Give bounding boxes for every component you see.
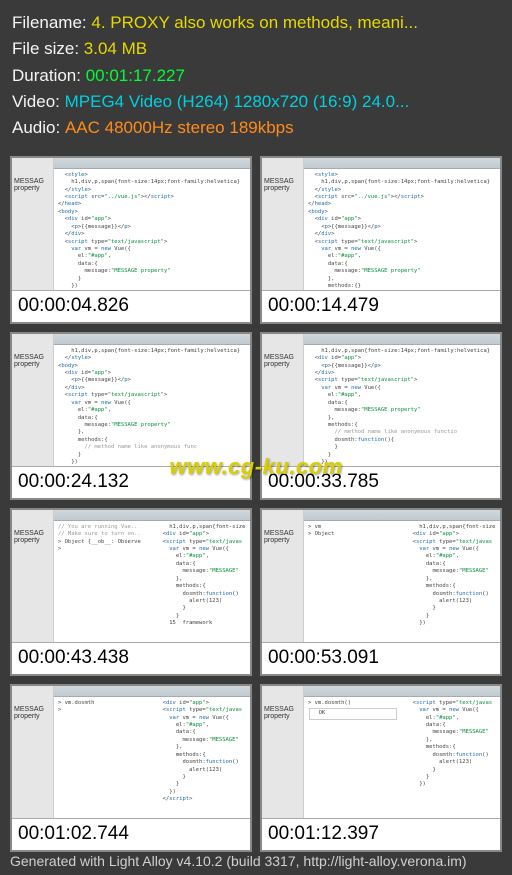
thumbnail[interactable]: MESSAG property h1,div,p,span{font-size:…	[10, 332, 252, 500]
code-editor-left: // You are running Vue.. // Make sure to…	[54, 510, 152, 642]
video-label: Video:	[12, 89, 65, 115]
code-editor: h1,div,p,span{font-size:14px;font-family…	[304, 334, 500, 466]
editor-sidebar: MESSAG property	[262, 686, 304, 818]
code-editor-left: > vm.dosmth >	[54, 686, 152, 818]
footer-text: Generated with Light Alloy v4.10.2 (buil…	[10, 853, 467, 869]
thumbnail-grid: MESSAG property <style> h1,div,p,span{fo…	[0, 156, 512, 852]
timestamp: 00:01:12.397	[262, 818, 500, 850]
thumbnail[interactable]: MESSAG property <style> h1,div,p,span{fo…	[10, 156, 252, 324]
thumbnail[interactable]: MESSAG property <style> h1,div,p,span{fo…	[260, 156, 502, 324]
thumbnail-image: MESSAG property h1,div,p,span{font-size:…	[12, 334, 250, 466]
code-editor-right: <div id="app"> <script type="text/javas …	[152, 686, 250, 818]
thumbnail[interactable]: MESSAG property // You are running Vue..…	[10, 508, 252, 676]
editor-sidebar: MESSAG property	[262, 510, 304, 642]
video-row: Video: MPEG4 Video (H264) 1280x720 (16:9…	[12, 89, 500, 115]
audio-row: Audio: AAC 48000Hz stereo 189kbps	[12, 115, 500, 141]
thumbnail-image: MESSAG property > vm.dosmth() OK <script…	[262, 686, 500, 818]
editor-sidebar: MESSAG property	[262, 158, 304, 290]
duration-label: Duration:	[12, 63, 86, 89]
code-editor-right: h1,div,p,span{font-size <div id="app"> <…	[152, 510, 250, 642]
timestamp: 00:00:53.091	[262, 642, 500, 674]
thumbnail[interactable]: MESSAG property h1,div,p,span{font-size:…	[260, 332, 502, 500]
timestamp: 00:00:04.826	[12, 290, 250, 322]
filename-label: Filename:	[12, 10, 91, 36]
thumbnail-image: MESSAG property <style> h1,div,p,span{fo…	[262, 158, 500, 290]
timestamp: 00:01:02.744	[12, 818, 250, 850]
code-editor-left: > vm > Object	[304, 510, 402, 642]
thumbnail-image: MESSAG property // You are running Vue..…	[12, 510, 250, 642]
timestamp: 00:00:33.785	[262, 466, 500, 498]
code-editor-left: > vm.dosmth() OK	[304, 686, 402, 818]
code-editor-right: <script type="text/javas var vm = new Vu…	[402, 686, 500, 818]
thumbnail-image: MESSAG property h1,div,p,span{font-size:…	[262, 334, 500, 466]
thumbnail-image: MESSAG property > vm.dosmth > <div id="a…	[12, 686, 250, 818]
editor-sidebar: MESSAG property	[12, 510, 54, 642]
filename-value: 4. PROXY also works on methods, meani...	[91, 10, 418, 36]
code-editor: <style> h1,div,p,span{font-size:14px;fon…	[304, 158, 500, 290]
thumbnail[interactable]: MESSAG property > vm > Object h1,div,p,s…	[260, 508, 502, 676]
code-editor: h1,div,p,span{font-size:14px;font-family…	[54, 334, 250, 466]
editor-sidebar: MESSAG property	[12, 334, 54, 466]
thumbnail-image: MESSAG property <style> h1,div,p,span{fo…	[12, 158, 250, 290]
audio-value: AAC 48000Hz stereo 189kbps	[65, 115, 294, 141]
audio-label: Audio:	[12, 115, 65, 141]
metadata-panel: Filename: 4. PROXY also works on methods…	[0, 0, 512, 156]
filesize-value: 3.04 MB	[84, 36, 147, 62]
duration-value: 00:01:17.227	[86, 63, 185, 89]
timestamp: 00:00:14.479	[262, 290, 500, 322]
filesize-row: File size: 3.04 MB	[12, 36, 500, 62]
timestamp: 00:00:43.438	[12, 642, 250, 674]
code-editor: <style> h1,div,p,span{font-size:14px;fon…	[54, 158, 250, 290]
thumbnail[interactable]: MESSAG property > vm.dosmth() OK <script…	[260, 684, 502, 852]
editor-sidebar: MESSAG property	[12, 686, 54, 818]
timestamp: 00:00:24.132	[12, 466, 250, 498]
thumbnail[interactable]: MESSAG property > vm.dosmth > <div id="a…	[10, 684, 252, 852]
editor-sidebar: MESSAG property	[12, 158, 54, 290]
filesize-label: File size:	[12, 36, 84, 62]
video-value: MPEG4 Video (H264) 1280x720 (16:9) 24.0.…	[65, 89, 410, 115]
thumbnail-image: MESSAG property > vm > Object h1,div,p,s…	[262, 510, 500, 642]
code-editor-right: h1,div,p,span{font-size <div id="app"> <…	[402, 510, 500, 642]
duration-row: Duration: 00:01:17.227	[12, 63, 500, 89]
editor-sidebar: MESSAG property	[262, 334, 304, 466]
filename-row: Filename: 4. PROXY also works on methods…	[12, 10, 500, 36]
